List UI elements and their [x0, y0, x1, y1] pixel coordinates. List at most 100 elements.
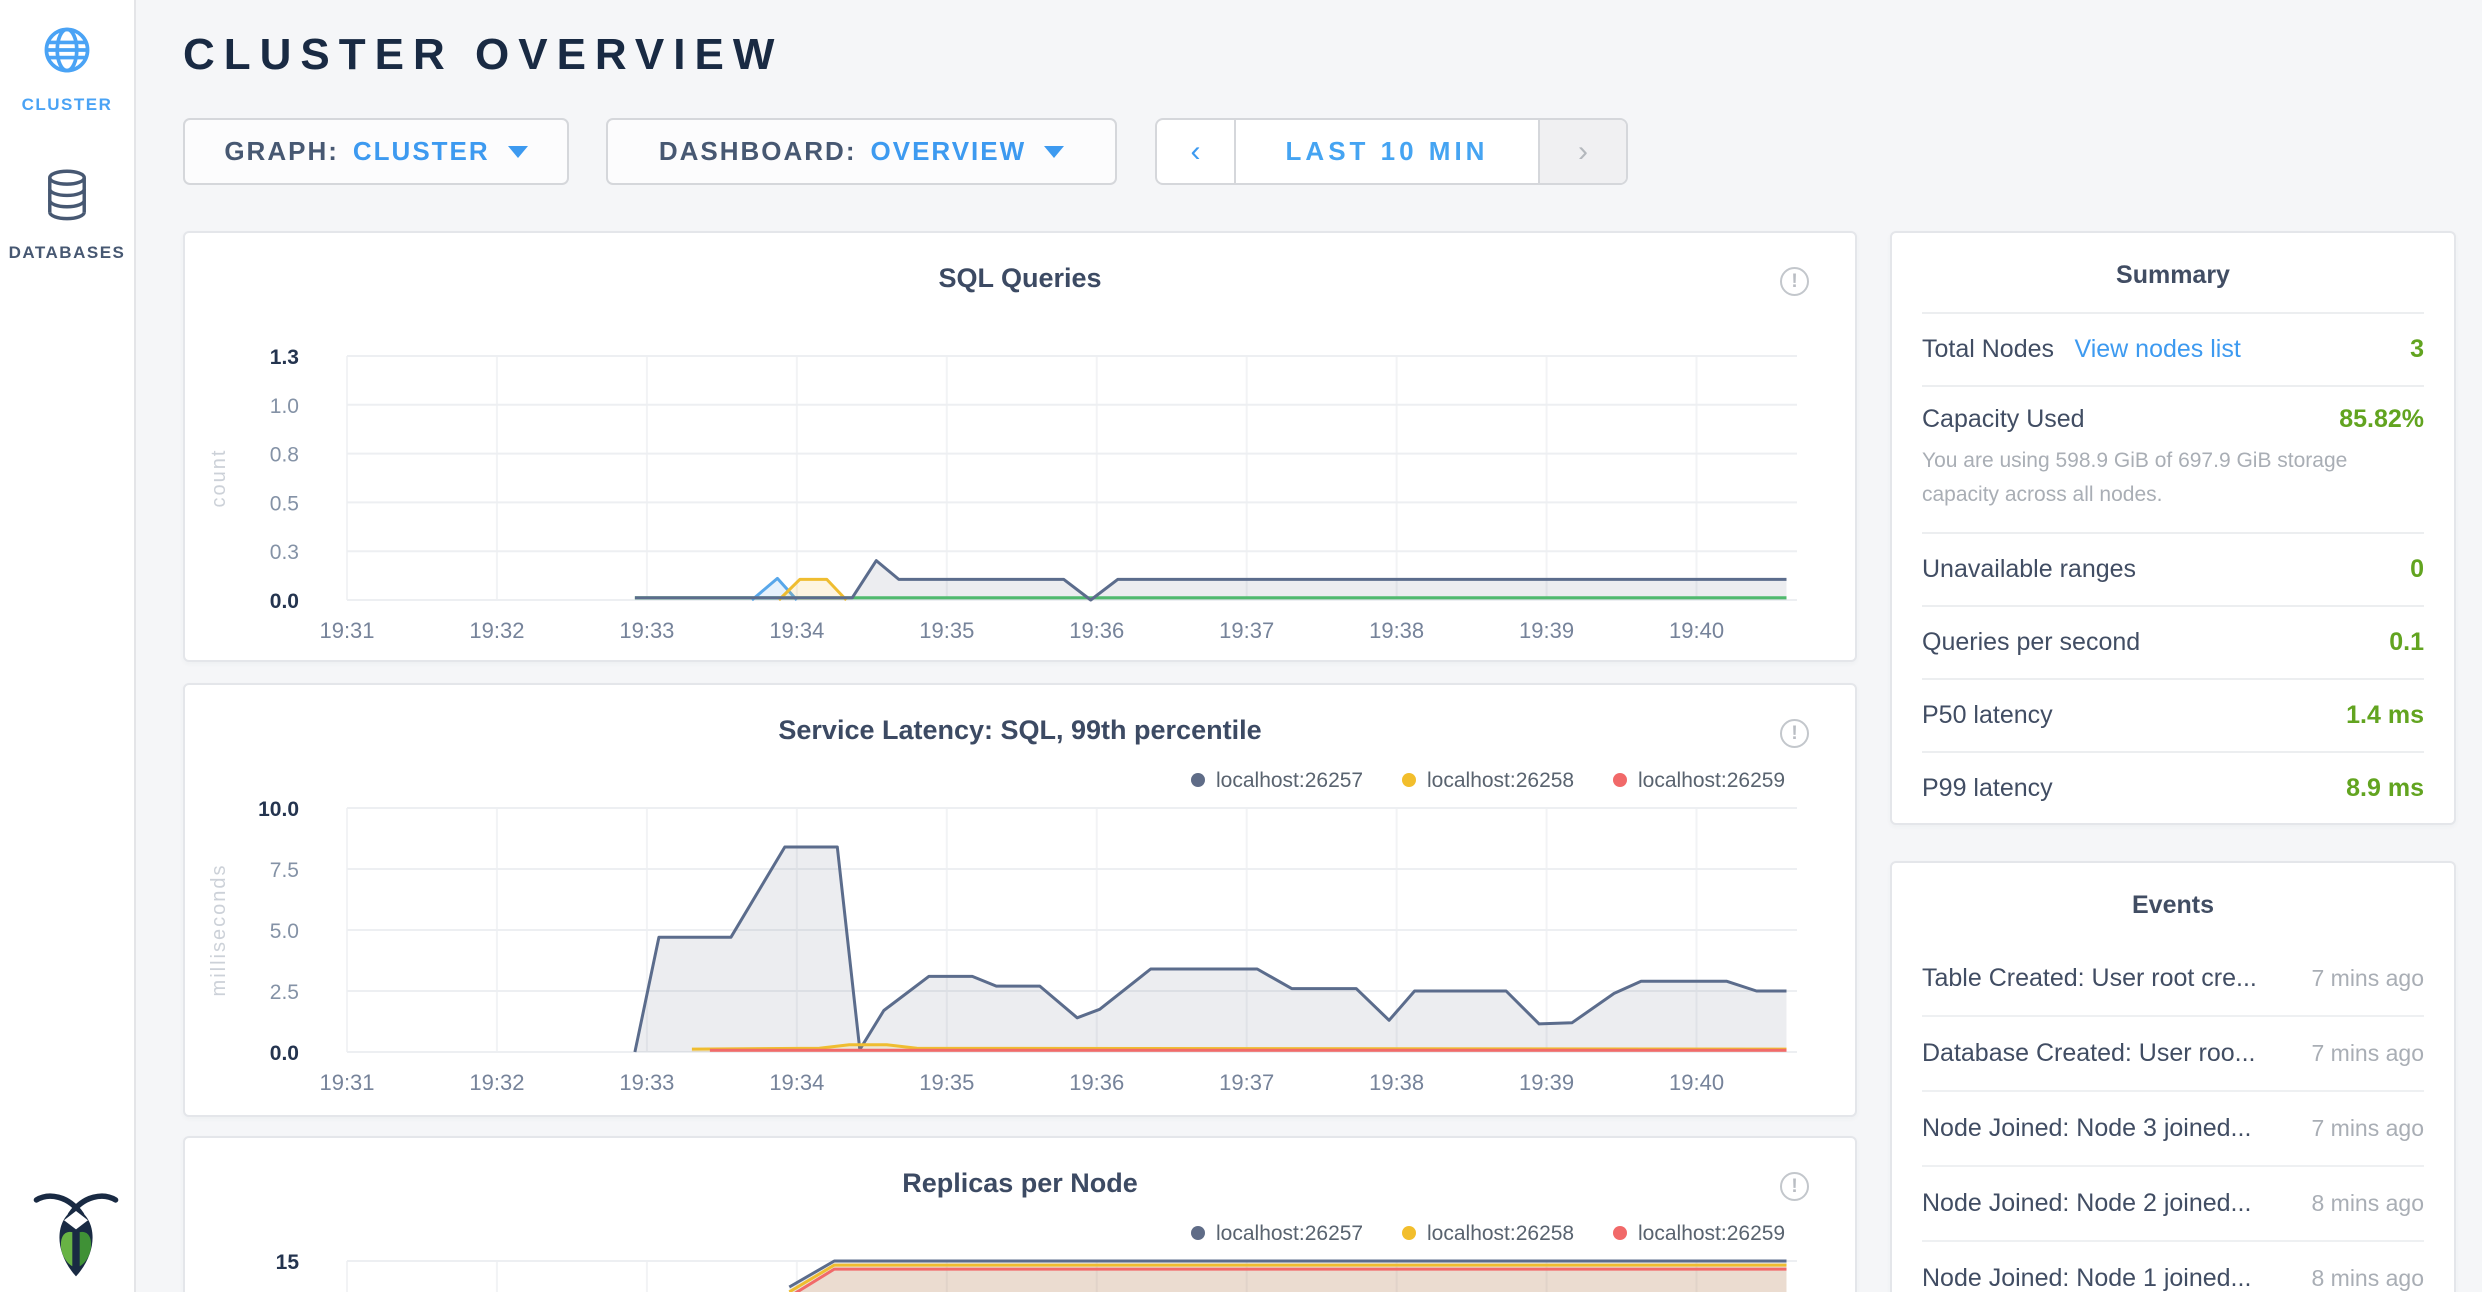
svg-text:19:34: 19:34 [769, 618, 824, 643]
legend-dot-icon[interactable] [1191, 1226, 1205, 1240]
event-row[interactable]: Node Joined: Node 2 joined... 8 mins ago [1922, 1167, 2424, 1242]
sql-queries-chart[interactable]: 19:31 19:32 19:33 19:34 19:35 19:36 19:37 19:38… [185, 233, 1859, 664]
svg-text:1.3: 1.3 [270, 346, 299, 369]
time-window-prev-button[interactable]: ‹ [1157, 120, 1236, 183]
svg-text:19:31: 19:31 [319, 1070, 374, 1095]
legend-label[interactable]: localhost:26259 [1638, 1222, 1785, 1245]
app-root: CLUSTER DATABASES CLUSTER O [0, 0, 2482, 1292]
svg-text:19:40: 19:40 [1669, 618, 1724, 643]
chevron-down-icon [1044, 146, 1064, 158]
legend-dot-icon[interactable] [1191, 773, 1205, 787]
chart-title: Service Latency: SQL, 99th percentile [185, 715, 1855, 746]
sidebar: CLUSTER DATABASES [0, 0, 136, 1292]
svg-text:19:31: 19:31 [319, 618, 374, 643]
chevron-right-icon: › [1578, 135, 1588, 169]
dashboard-dropdown[interactable]: DASHBOARD: OVERVIEW [606, 118, 1117, 185]
svg-text:5.0: 5.0 [270, 920, 299, 943]
graph-dropdown-value: CLUSTER [353, 136, 490, 167]
svg-text:10.0: 10.0 [258, 798, 299, 821]
capacity-note: You are using 598.9 GiB of 697.9 GiB sto… [1922, 444, 2424, 512]
svg-text:7.5: 7.5 [270, 859, 299, 882]
summary-row-total-nodes: Total Nodes View nodes list 3 [1922, 312, 2424, 385]
svg-text:19:36: 19:36 [1069, 618, 1124, 643]
svg-text:19:37: 19:37 [1219, 1070, 1274, 1095]
sidebar-item-cluster[interactable]: CLUSTER [0, 24, 134, 115]
svg-text:0.3: 0.3 [270, 541, 299, 564]
time-window-selector: ‹ LAST 10 MIN › [1155, 118, 1628, 185]
svg-text:19:39: 19:39 [1519, 1070, 1574, 1095]
svg-text:19:35: 19:35 [919, 618, 974, 643]
info-icon[interactable]: ! [1780, 267, 1809, 296]
sidebar-item-databases[interactable]: DATABASES [0, 168, 134, 263]
events-panel: Events Table Created: User root cre... 7… [1890, 861, 2456, 1292]
graph-dropdown[interactable]: GRAPH: CLUSTER [183, 118, 569, 185]
service-latency-chart[interactable]: 19:3119:3219:3319:3419:3519:3619:3719:38… [185, 685, 1859, 1116]
time-window-next-button[interactable]: › [1538, 120, 1626, 183]
graph-dropdown-label: GRAPH: [224, 136, 339, 167]
event-row[interactable]: Table Created: User root cre... 7 mins a… [1922, 942, 2424, 1017]
replicas-per-node-chart-panel: 19:3119:3219:3319:3419:3519:3619:3719:38… [183, 1136, 1857, 1292]
summary-row-p99-latency: P99 latency 8.9 ms [1922, 751, 2424, 824]
svg-text:19:33: 19:33 [619, 1070, 674, 1095]
dashboard-dropdown-value: OVERVIEW [871, 136, 1027, 167]
legend-label[interactable]: localhost:26257 [1216, 769, 1363, 792]
svg-text:19:32: 19:32 [469, 1070, 524, 1095]
svg-text:0.0: 0.0 [270, 1042, 299, 1065]
svg-text:2.5: 2.5 [270, 981, 299, 1004]
sidebar-item-label: DATABASES [9, 243, 126, 263]
svg-text:count: count [208, 449, 230, 508]
cockroachdb-logo[interactable] [30, 1188, 122, 1280]
info-icon[interactable]: ! [1780, 1172, 1809, 1201]
event-row[interactable]: Node Joined: Node 3 joined... 7 mins ago [1922, 1092, 2424, 1167]
view-nodes-list-link[interactable]: View nodes list [2074, 335, 2240, 363]
replicas-per-node-chart[interactable]: 19:3119:3219:3319:3419:3519:3619:3719:38… [185, 1138, 1859, 1292]
svg-text:19:33: 19:33 [619, 618, 674, 643]
svg-text:0.0: 0.0 [270, 590, 299, 613]
legend-dot-icon[interactable] [1402, 773, 1416, 787]
summary-row-queries-per-second: Queries per second 0.1 [1922, 605, 2424, 678]
svg-text:19:34: 19:34 [769, 1070, 824, 1095]
svg-text:19:38: 19:38 [1369, 618, 1424, 643]
database-icon [41, 168, 93, 229]
legend-dot-icon[interactable] [1613, 1226, 1627, 1240]
event-row[interactable]: Database Created: User roo... 7 mins ago [1922, 1017, 2424, 1092]
service-latency-chart-panel: 19:3119:3219:3319:3419:3519:3619:3719:38… [183, 683, 1857, 1117]
total-nodes-value: 3 [2410, 335, 2424, 364]
summary-row-p50-latency: P50 latency 1.4 ms [1922, 678, 2424, 751]
legend-label[interactable]: localhost:26257 [1216, 1222, 1363, 1245]
chart-title: SQL Queries [185, 263, 1855, 294]
legend-label[interactable]: localhost:26258 [1427, 769, 1574, 792]
legend-dot-icon[interactable] [1613, 773, 1627, 787]
page-title: CLUSTER OVERVIEW [183, 30, 783, 80]
chart-title: Replicas per Node [185, 1168, 1855, 1199]
svg-text:19:40: 19:40 [1669, 1070, 1724, 1095]
svg-text:0.8: 0.8 [270, 444, 299, 467]
svg-text:1.0: 1.0 [270, 395, 299, 418]
summary-row-unavailable-ranges: Unavailable ranges 0 [1922, 532, 2424, 605]
summary-row-capacity: Capacity Used 85.82% You are using 598.9… [1922, 385, 2424, 532]
capacity-value: 85.82% [2339, 405, 2424, 434]
svg-text:19:32: 19:32 [469, 618, 524, 643]
chevron-left-icon: ‹ [1191, 135, 1201, 169]
dashboard-dropdown-label: DASHBOARD: [659, 136, 857, 167]
time-window-range-button[interactable]: LAST 10 MIN [1236, 120, 1538, 183]
svg-text:19:39: 19:39 [1519, 618, 1574, 643]
info-icon[interactable]: ! [1780, 719, 1809, 748]
chevron-down-icon [508, 146, 528, 158]
svg-text:19:37: 19:37 [1219, 618, 1274, 643]
sql-queries-chart-panel: 19:31 19:32 19:33 19:34 19:35 19:36 19:37 19:38… [183, 231, 1857, 662]
svg-text:19:38: 19:38 [1369, 1070, 1424, 1095]
legend-dot-icon[interactable] [1402, 1226, 1416, 1240]
event-row[interactable]: Node Joined: Node 1 joined... 8 mins ago [1922, 1242, 2424, 1292]
svg-text:15: 15 [276, 1251, 300, 1274]
legend-label[interactable]: localhost:26258 [1427, 1222, 1574, 1245]
svg-text:0.5: 0.5 [270, 492, 299, 515]
summary-heading: Summary [1922, 261, 2424, 290]
events-heading: Events [1922, 891, 2424, 920]
svg-text:19:36: 19:36 [1069, 1070, 1124, 1095]
sidebar-item-label: CLUSTER [22, 95, 113, 115]
summary-panel: Summary Total Nodes View nodes list 3 Ca… [1890, 231, 2456, 825]
globe-icon [41, 24, 93, 81]
capacity-label: Capacity Used [1922, 405, 2085, 434]
legend-label[interactable]: localhost:26259 [1638, 769, 1785, 792]
